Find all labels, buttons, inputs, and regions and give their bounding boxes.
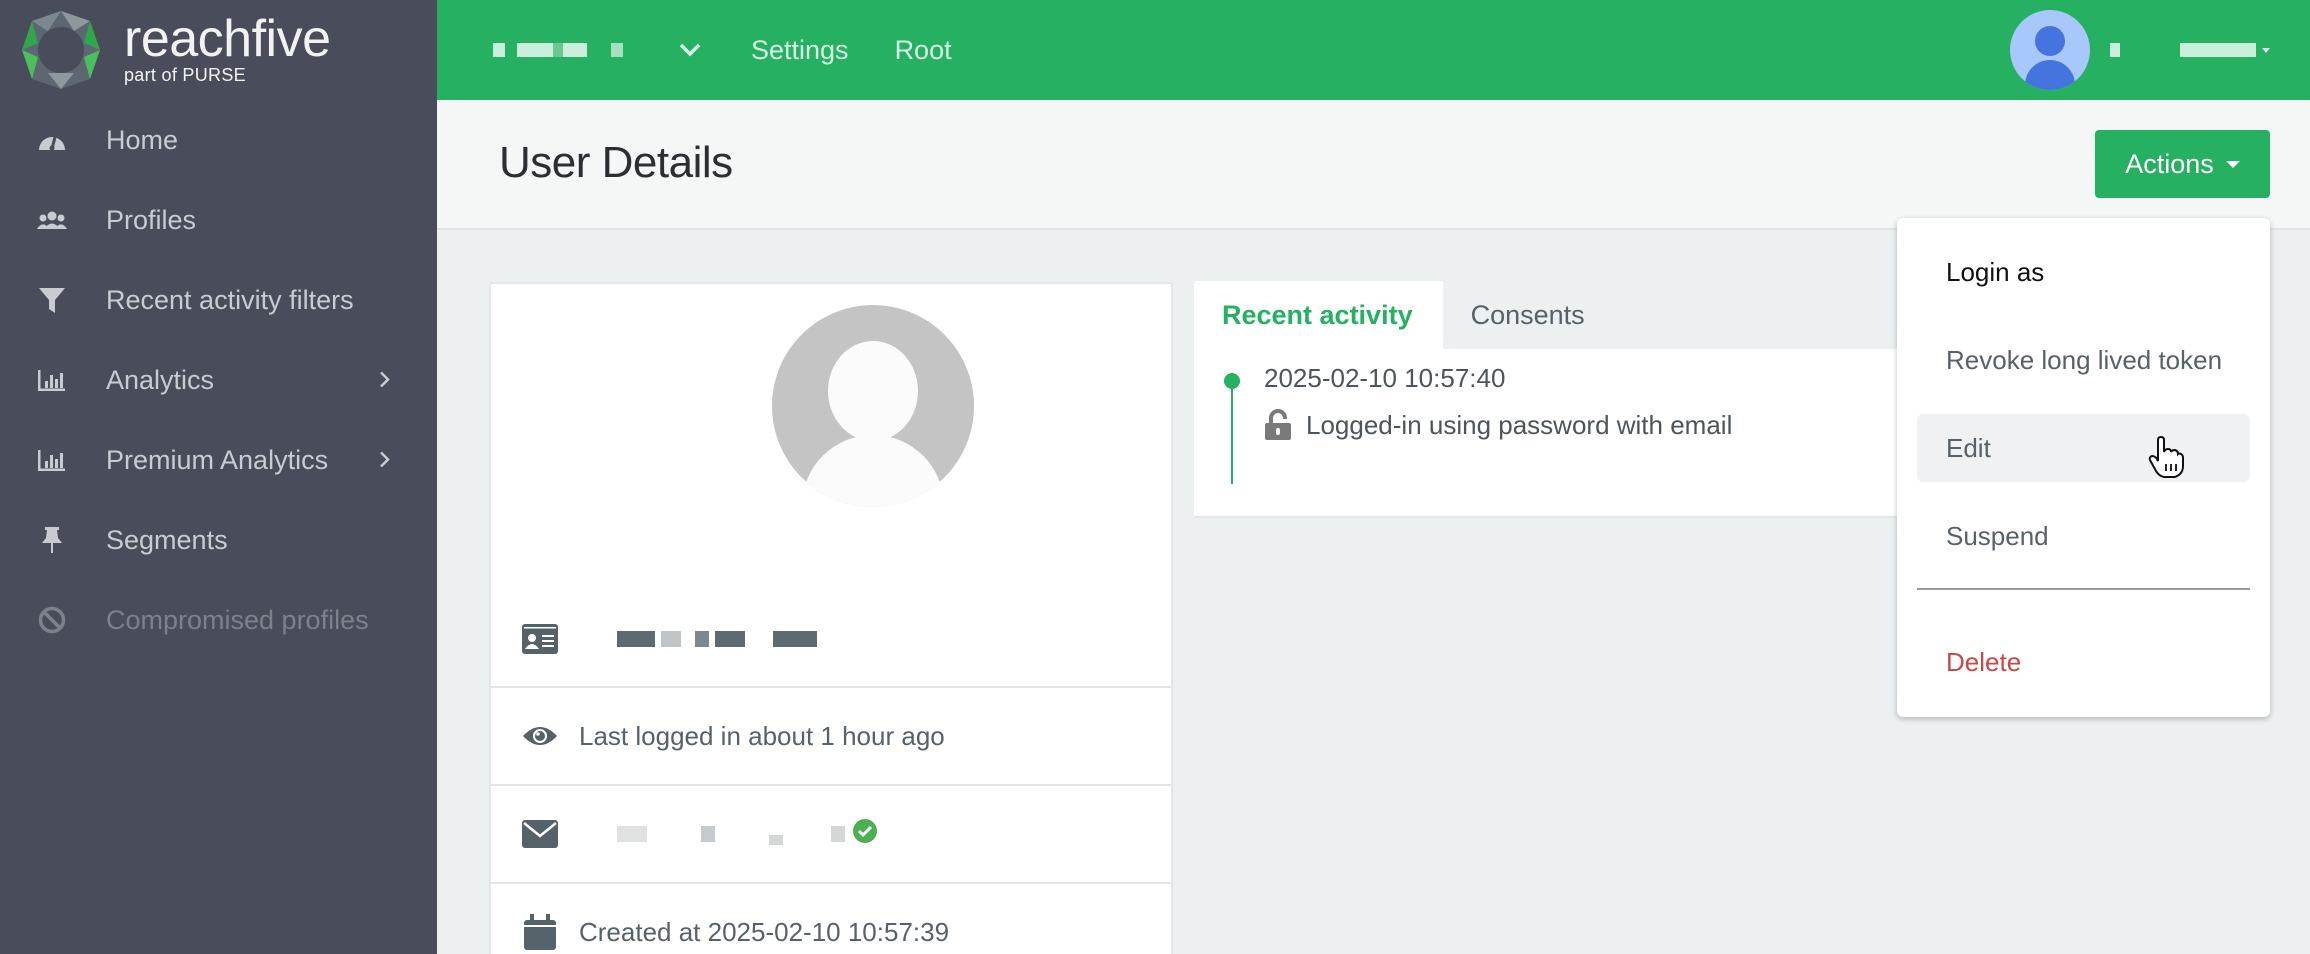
timeline-line bbox=[1231, 379, 1233, 484]
tenant-name-redacted bbox=[493, 43, 623, 57]
last-login-text: Last logged in about 1 hour ago bbox=[579, 720, 945, 751]
actions-button[interactable]: Actions bbox=[2095, 130, 2270, 198]
event-description-text: Logged-in using password with email bbox=[1306, 409, 1733, 440]
actions-dropdown-menu: Login as Revoke long lived token Edit Su… bbox=[1897, 218, 2270, 717]
reachfive-logo-icon bbox=[22, 11, 100, 89]
sidebar-item-compromised-profiles[interactable]: Compromised profiles bbox=[0, 580, 437, 660]
menu-item-edit[interactable]: Edit bbox=[1917, 414, 2250, 482]
created-at-text: Created at 2025-02-10 10:57:39 bbox=[579, 916, 950, 947]
tab-consents[interactable]: Consents bbox=[1443, 281, 1613, 349]
profile-name-row bbox=[491, 614, 1171, 664]
sidebar-item-label: Recent activity filters bbox=[106, 284, 354, 315]
activity-panel: Recent activity Consents 2025-02-10 10:5… bbox=[1194, 281, 1914, 518]
caret-down-icon bbox=[2225, 160, 2240, 168]
hand-pointer-cursor-icon bbox=[2148, 436, 2184, 478]
sidebar: reachfive part of PURSE Home Profiles Re… bbox=[0, 0, 437, 954]
bar-chart-icon bbox=[37, 365, 67, 395]
chevron-right-icon bbox=[379, 445, 391, 476]
filter-icon bbox=[37, 285, 67, 315]
id-card-icon bbox=[521, 620, 559, 658]
sidebar-item-label: Segments bbox=[106, 524, 228, 555]
pin-icon bbox=[37, 525, 67, 555]
unlock-icon bbox=[1265, 409, 1291, 440]
brand[interactable]: reachfive part of PURSE bbox=[0, 0, 437, 100]
eye-icon bbox=[521, 717, 559, 755]
profile-avatar bbox=[772, 305, 974, 507]
activity-timeline: 2025-02-10 10:57:40 Logged-in using pass… bbox=[1194, 349, 1914, 518]
event-timestamp: 2025-02-10 10:57:40 bbox=[1264, 363, 1506, 393]
profile-card: Last logged in about 1 hour ago Created … bbox=[489, 282, 1173, 954]
menu-item-login-as[interactable]: Login as bbox=[1917, 238, 2250, 306]
email-redacted bbox=[617, 823, 851, 845]
root-link[interactable]: Root bbox=[895, 35, 952, 66]
top-navbar: Settings Root bbox=[437, 0, 2310, 100]
sidebar-item-label: Home bbox=[106, 124, 179, 155]
ban-icon bbox=[37, 605, 67, 635]
actions-button-label: Actions bbox=[2125, 148, 2214, 179]
calendar-icon bbox=[521, 913, 559, 951]
activity-tabs: Recent activity Consents bbox=[1194, 281, 1914, 349]
envelope-icon bbox=[521, 815, 559, 853]
bar-chart-icon bbox=[37, 445, 67, 475]
user-name-redacted bbox=[2110, 43, 2256, 57]
sidebar-item-analytics[interactable]: Analytics bbox=[0, 340, 437, 420]
menu-item-delete[interactable]: Delete bbox=[1917, 628, 2250, 696]
sidebar-item-label: Premium Analytics bbox=[106, 444, 329, 475]
menu-item-suspend[interactable]: Suspend bbox=[1917, 502, 2250, 570]
tab-recent-activity[interactable]: Recent activity bbox=[1194, 281, 1443, 349]
tenant-selector[interactable] bbox=[493, 30, 705, 70]
users-icon bbox=[37, 205, 67, 235]
sidebar-item-recent-activity-filters[interactable]: Recent activity filters bbox=[0, 260, 437, 340]
sidebar-item-label: Compromised profiles bbox=[106, 604, 369, 635]
brand-name: reachfive bbox=[124, 9, 331, 68]
sidebar-item-label: Profiles bbox=[106, 204, 197, 235]
user-avatar-icon bbox=[2010, 10, 2090, 90]
caret-down-icon bbox=[2262, 47, 2270, 53]
sidebar-item-premium-analytics[interactable]: Premium Analytics bbox=[0, 420, 437, 500]
dashboard-gauge-icon bbox=[37, 125, 67, 155]
chevron-down-icon[interactable] bbox=[675, 35, 705, 65]
menu-item-revoke-long-lived-token[interactable]: Revoke long lived token bbox=[1917, 326, 2250, 394]
email-verified-check-icon bbox=[853, 818, 877, 850]
timeline-dot bbox=[1224, 373, 1240, 389]
event-description: Logged-in using password with email bbox=[1264, 409, 1732, 441]
sidebar-item-segments[interactable]: Segments bbox=[0, 500, 437, 580]
sidebar-item-label: Analytics bbox=[106, 364, 215, 395]
page-header: User Details Actions bbox=[437, 100, 2310, 230]
email-row bbox=[491, 786, 1171, 882]
sidebar-nav: Home Profiles Recent activity filters An… bbox=[0, 100, 437, 660]
page-title: User Details bbox=[499, 138, 733, 187]
created-at-row: Created at 2025-02-10 10:57:39 bbox=[491, 884, 1171, 954]
user-menu[interactable] bbox=[2010, 0, 2270, 100]
chevron-right-icon bbox=[379, 365, 391, 396]
profile-name-redacted bbox=[617, 631, 823, 647]
sidebar-item-home[interactable]: Home bbox=[0, 100, 437, 180]
menu-divider bbox=[1917, 588, 2250, 590]
last-login-row: Last logged in about 1 hour ago bbox=[491, 688, 1171, 784]
brand-subtitle: part of PURSE bbox=[124, 64, 246, 85]
settings-link[interactable]: Settings bbox=[751, 35, 849, 66]
sidebar-item-profiles[interactable]: Profiles bbox=[0, 180, 437, 260]
